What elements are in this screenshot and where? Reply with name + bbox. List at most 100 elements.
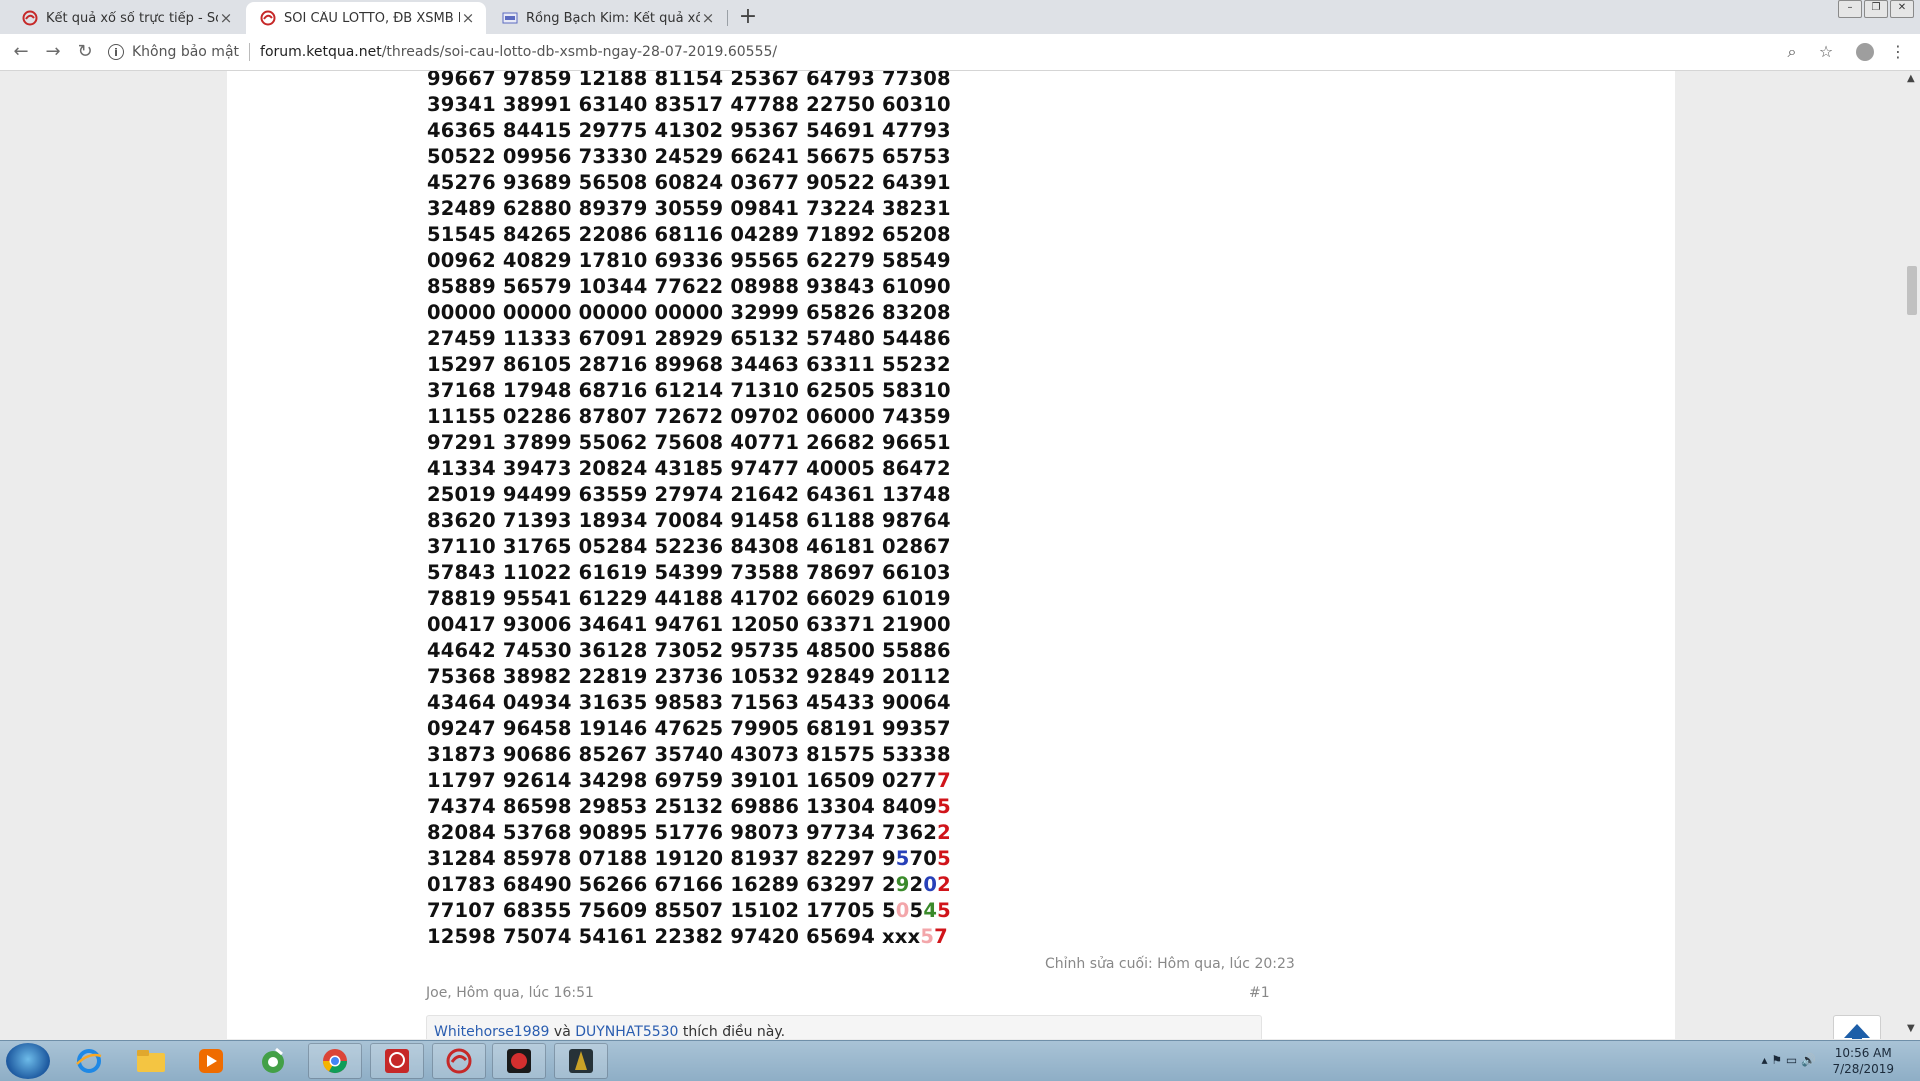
number-row: 12598 75074 54161 22382 97420 65694 xxx5… <box>427 924 951 950</box>
back-arrow-icon[interactable]: ← <box>10 41 32 63</box>
system-tray[interactable]: ▴ ⚑ ▭ 🔊 <box>1761 1053 1816 1067</box>
tab-title: Rồng Bạch Kim: Kết quả xổ số m <box>526 10 700 26</box>
number-row: 01783 68490 56266 67166 16289 63297 2920… <box>427 872 951 898</box>
close-tab-icon[interactable]: × <box>218 9 234 27</box>
browser-toolbar: ← → ↻ i Không bảo mật forum.ketqua.net/t… <box>0 34 1920 71</box>
highlighted-digit: 0 <box>923 873 938 896</box>
likes-bar: Whitehorse1989 và DUYNHAT5530 thích điều… <box>426 1015 1262 1039</box>
like-user-link[interactable]: DUYNHAT5530 <box>575 1024 678 1039</box>
highlighted-digit: 2 <box>937 821 951 844</box>
address-bar[interactable]: i Không bảo mật forum.ketqua.net/threads… <box>108 38 1808 66</box>
game-gold-icon[interactable] <box>554 1043 608 1079</box>
row-prefix: 82084 53768 90895 51776 98073 97734 7362 <box>427 821 938 844</box>
highlighted-digit: 5 <box>937 899 951 922</box>
likes-conj: và <box>549 1024 576 1039</box>
highlighted-digit: 7 <box>937 769 951 792</box>
number-row: 37110 31765 05284 52236 84308 46181 0286… <box>427 535 951 558</box>
close-tab-icon[interactable]: × <box>460 9 476 27</box>
highlighted-digit: 2 <box>937 873 951 896</box>
number-row: 25019 94499 63559 27974 21642 64361 1374… <box>427 483 951 506</box>
menu-dots-icon[interactable]: ⋮ <box>1888 42 1908 62</box>
number-grid: 99667 97859 12188 81154 25367 64793 7730… <box>427 71 951 950</box>
number-row: 85889 56579 10344 77622 08988 93843 6109… <box>427 275 951 298</box>
highlighted-digit: 7 <box>934 925 948 948</box>
minimize-button[interactable]: – <box>1838 0 1862 18</box>
number-row: 37168 17948 68716 61214 71310 62505 5831… <box>427 379 951 402</box>
url-path: /threads/soi-cau-lotto-db-xsmb-ngay-28-0… <box>381 44 778 60</box>
scroll-to-top-button[interactable] <box>1833 1015 1881 1039</box>
new-tab-button[interactable]: + <box>738 6 758 28</box>
vertical-scrollbar[interactable]: ▲ ▼ <box>1903 71 1920 1039</box>
row-prefix: 11797 92614 34298 69759 39101 16509 0277 <box>427 769 938 792</box>
windows-taskbar: ▴ ⚑ ▭ 🔊 10:56 AM 7/28/2019 <box>0 1040 1920 1081</box>
post-author-line[interactable]: Joe, Hôm qua, lúc 16:51 <box>426 985 594 1001</box>
start-button[interactable] <box>6 1043 50 1079</box>
forward-arrow-icon[interactable]: → <box>42 41 64 63</box>
tab-soi-cau-lotto[interactable]: SOI CẦU LOTTO, ĐB XSMB NGÀY × <box>246 2 486 34</box>
tab-rong-bach-kim[interactable]: Rồng Bạch Kim: Kết quả xổ số m × <box>488 2 726 34</box>
green-app-icon[interactable] <box>246 1043 300 1079</box>
number-row: 77107 68355 75609 85507 15102 17705 5054… <box>427 898 951 924</box>
ketqua-app-icon[interactable] <box>432 1043 486 1079</box>
highlighted-digit: 5 <box>937 847 951 870</box>
number-row: 43464 04934 31635 98583 71563 45433 9006… <box>427 691 951 714</box>
number-row: 00962 40829 17810 69336 95565 62279 5854… <box>427 249 951 272</box>
bookmark-star-icon[interactable]: ☆ <box>1816 42 1836 62</box>
close-tab-icon[interactable]: × <box>700 9 716 27</box>
highlighted-digit: 2 <box>909 873 924 896</box>
highlighted-digit: 5 <box>937 795 951 818</box>
rbk-favicon-icon <box>502 12 518 24</box>
restore-button[interactable]: ❐ <box>1864 0 1888 18</box>
number-row: 00417 93006 34641 94761 12050 63371 2190… <box>427 613 951 636</box>
likes-suffix: thích điều này. <box>678 1024 786 1039</box>
game-red-icon[interactable] <box>492 1043 546 1079</box>
chrome-icon[interactable] <box>308 1043 362 1079</box>
number-row: 74374 86598 29853 25132 69886 13304 8409… <box>427 794 951 820</box>
highlighted-digit: 9 <box>895 873 910 896</box>
scrollbar-thumb[interactable] <box>1907 266 1917 315</box>
scroll-up-icon[interactable]: ▲ <box>1907 73 1915 84</box>
page-viewport: 99667 97859 12188 81154 25367 64793 7730… <box>0 71 1920 1039</box>
number-row: 83620 71393 18934 70084 91458 61188 9876… <box>427 509 951 532</box>
taskbar-clock[interactable]: 10:56 AM 7/28/2019 <box>1832 1045 1894 1077</box>
arrow-up-icon <box>1844 1024 1870 1039</box>
tab-title: Kết quả xổ số trực tiếp - Soi cầu, <box>46 10 218 26</box>
edit-note: Chỉnh sửa cuối: Hôm qua, lúc 20:23 <box>1045 956 1295 972</box>
ketqua-favicon-icon <box>260 10 276 26</box>
tab-ketqua-live[interactable]: Kết quả xổ số trực tiếp - Soi cầu, × <box>8 2 244 34</box>
profile-avatar[interactable] <box>1856 43 1874 61</box>
tab-strip: Kết quả xổ số trực tiếp - Soi cầu, × SOI… <box>0 0 1920 34</box>
ie-icon[interactable] <box>62 1043 116 1079</box>
info-icon[interactable]: i <box>108 44 124 60</box>
clock-time: 10:56 AM <box>1834 1046 1892 1060</box>
row-prefix: 12598 75074 54161 22382 97420 65694 xxx <box>427 925 921 948</box>
row-prefix: 01783 68490 56266 67166 16289 63297 2 <box>427 873 896 896</box>
number-row: 11797 92614 34298 69759 39101 16509 0277… <box>427 768 951 794</box>
highlighted-digit: 70 <box>909 847 938 870</box>
number-row: 09247 96458 19146 47625 79905 68191 9935… <box>427 717 951 740</box>
folder-icon[interactable] <box>124 1043 178 1079</box>
like-user-link[interactable]: Whitehorse1989 <box>434 1024 549 1039</box>
highlighted-digit: 5 <box>920 925 935 948</box>
tab-title: SOI CẦU LOTTO, ĐB XSMB NGÀY <box>284 10 460 26</box>
scroll-down-icon[interactable]: ▼ <box>1907 1023 1915 1034</box>
row-prefix: 77107 68355 75609 85507 15102 17705 5 <box>427 899 896 922</box>
highlighted-digit: 4 <box>923 899 938 922</box>
close-window-button[interactable]: ✕ <box>1890 0 1914 18</box>
highlighted-digit: 5 <box>909 899 924 922</box>
number-row: 44642 74530 36128 73052 95735 48500 5588… <box>427 639 951 662</box>
red-app-icon[interactable] <box>370 1043 424 1079</box>
reload-icon[interactable]: ↻ <box>74 41 96 63</box>
url-host: forum.ketqua.net <box>260 44 382 60</box>
clock-date: 7/28/2019 <box>1832 1062 1894 1076</box>
address-divider <box>249 43 251 61</box>
number-row: 46365 84415 29775 41302 95367 54691 4779… <box>427 119 951 142</box>
number-row: 97291 37899 55062 75608 40771 26682 9665… <box>427 431 951 454</box>
number-row: 82084 53768 90895 51776 98073 97734 7362… <box>427 820 951 846</box>
media-player-icon[interactable] <box>184 1043 238 1079</box>
post-number[interactable]: #1 <box>1249 985 1270 1001</box>
highlighted-digit: 5 <box>895 847 910 870</box>
zoom-icon[interactable]: ⌕ <box>1782 42 1802 62</box>
number-row: 31284 85978 07188 19120 81937 82297 9570… <box>427 846 951 872</box>
number-row: 78819 95541 61229 44188 41702 66029 6101… <box>427 587 951 610</box>
